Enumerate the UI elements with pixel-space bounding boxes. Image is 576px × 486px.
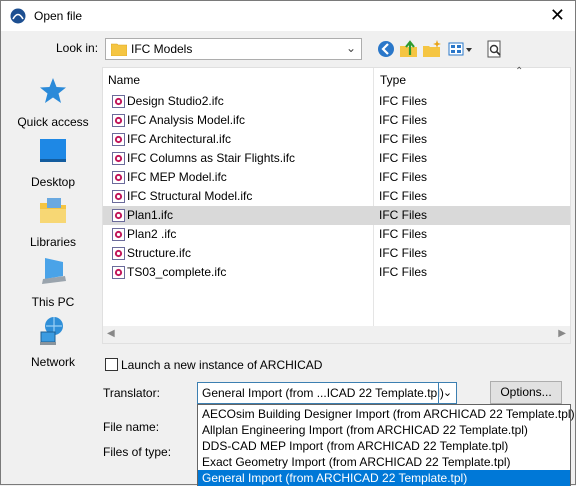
column-header-type[interactable]: Type <box>380 73 406 87</box>
translator-label: Translator: <box>103 386 160 400</box>
file-name: Plan1.ifc <box>127 208 174 222</box>
place-libraries[interactable]: Libraries <box>5 195 101 251</box>
translator-option[interactable]: General Import (from ARCHICAD 22 Templat… <box>198 470 570 486</box>
place-this-pc[interactable]: This PC <box>5 255 101 311</box>
sort-caret-icon: ⌃ <box>515 66 524 77</box>
file-type: IFC Files <box>379 265 427 279</box>
open-file-dialog: Open file ✕ Look in: IFC Models ⌄ Quick … <box>0 0 576 486</box>
view-menu-icon[interactable] <box>447 39 473 59</box>
place-label: Quick access <box>17 115 89 129</box>
place-label: Desktop <box>30 175 76 189</box>
ifc-file-icon <box>112 171 125 184</box>
ifc-file-icon <box>112 228 125 241</box>
translator-dropdown[interactable]: General Import (from ...ICAD 22 Template… <box>197 382 457 404</box>
star-icon <box>40 78 66 103</box>
chevron-down-icon[interactable]: ⌄ <box>438 383 456 403</box>
look-in-value: IFC Models <box>131 42 193 56</box>
file-row[interactable]: IFC Columns as Stair Flights.ifc IFC File… <box>103 149 570 168</box>
close-button[interactable]: ✕ <box>550 5 565 25</box>
file-row[interactable]: Structure.ifc IFC Files <box>103 244 570 263</box>
file-type: IFC Files <box>379 246 427 260</box>
file-name: IFC Architectural.ifc <box>127 132 232 146</box>
title-bar: Open file ✕ <box>1 1 575 31</box>
file-name-label: File name: <box>103 420 160 434</box>
file-type: IFC Files <box>379 208 427 222</box>
translator-value: General Import (from ...ICAD 22 Template… <box>202 386 444 400</box>
file-type: IFC Files <box>379 94 427 108</box>
translator-option[interactable]: AECOsim Building Designer Import (from A… <box>198 406 575 422</box>
file-list: ⌃ Name Type Design Studio2.ifc IFC Files I… <box>102 66 571 344</box>
ifc-file-icon <box>112 209 125 222</box>
file-name: Structure.ifc <box>127 246 192 260</box>
file-name: Plan2 .ifc <box>127 227 177 241</box>
ifc-file-icon <box>112 95 125 108</box>
ifc-file-icon <box>112 266 125 279</box>
column-header-name[interactable]: Name <box>108 73 140 87</box>
look-in-dropdown[interactable]: IFC Models ⌄ <box>105 38 362 60</box>
file-name: IFC Columns as Stair Flights.ifc <box>127 151 296 165</box>
file-row[interactable]: Plan2 .ifc IFC Files <box>103 225 570 244</box>
file-row[interactable]: Plan1.ifc IFC Files <box>103 206 570 225</box>
computer-icon <box>42 258 66 284</box>
file-name: Design Studio2.ifc <box>127 94 224 108</box>
file-row[interactable]: IFC MEP Model.ifc IFC Files <box>103 168 570 187</box>
place-quick-access[interactable]: Quick access <box>5 75 101 131</box>
scroll-right-icon[interactable]: ▶ <box>558 328 566 339</box>
look-in-label: Look in: <box>56 41 99 55</box>
scroll-left-icon[interactable]: ◀ <box>107 328 115 339</box>
back-icon[interactable] <box>376 39 396 59</box>
launch-new-instance-label: Launch a new instance of ARCHICAD <box>121 358 323 372</box>
file-row[interactable]: IFC Analysis Model.ifc IFC Files <box>103 111 570 130</box>
file-type: IFC Files <box>379 227 427 241</box>
new-folder-icon[interactable] <box>422 39 442 59</box>
network-icon <box>40 317 63 345</box>
ifc-file-icon <box>112 152 125 165</box>
translator-options-list: AECOsim Building Designer Import (from A… <box>197 404 575 486</box>
file-name: IFC MEP Model.ifc <box>127 170 227 184</box>
translator-option[interactable]: DDS-CAD MEP Import (from ARCHICAD 22 Tem… <box>198 438 570 454</box>
translator-option[interactable]: Exact Geometry Import (from ARCHICAD 22 … <box>198 454 570 470</box>
file-name: IFC Analysis Model.ifc <box>127 113 246 127</box>
files-of-type-label: Files of type: <box>103 445 172 459</box>
file-row[interactable]: Design Studio2.ifc IFC Files <box>103 92 570 111</box>
file-name: IFC Structural Model.ifc <box>127 189 253 203</box>
ifc-file-icon <box>112 114 125 127</box>
up-folder-icon[interactable] <box>399 39 419 59</box>
file-row[interactable]: IFC Architectural.ifc IFC Files <box>103 130 570 149</box>
preview-icon[interactable] <box>485 39 505 59</box>
options-button[interactable]: Options... <box>490 381 562 404</box>
file-type: IFC Files <box>379 151 427 165</box>
chevron-down-icon: ⌄ <box>345 41 356 55</box>
horizontal-scrollbar[interactable]: ◀ ▶ <box>103 326 570 343</box>
file-type: IFC Files <box>379 113 427 127</box>
place-label: Libraries <box>29 235 77 249</box>
folder-icon <box>111 43 127 56</box>
place-desktop[interactable]: Desktop <box>5 135 101 191</box>
ifc-file-icon <box>112 133 125 146</box>
desktop-icon <box>40 139 66 162</box>
libraries-icon <box>40 198 66 223</box>
file-type: IFC Files <box>379 189 427 203</box>
file-row[interactable]: TS03_complete.ifc IFC Files <box>103 263 570 282</box>
place-label: Network <box>30 355 75 369</box>
places-bar: Quick access Desktop Libraries This PC N… <box>5 67 101 369</box>
dialog-title: Open file <box>34 9 83 23</box>
translator-option[interactable]: Allplan Engineering Import (from ARCHICA… <box>198 422 570 438</box>
ifc-file-icon <box>112 190 125 203</box>
place-label: This PC <box>31 295 75 309</box>
file-type: IFC Files <box>379 170 427 184</box>
launch-new-instance-checkbox[interactable] <box>105 358 118 371</box>
file-type: IFC Files <box>379 132 427 146</box>
ifc-file-icon <box>112 247 125 260</box>
file-row[interactable]: IFC Structural Model.ifc IFC Files <box>103 187 570 206</box>
archicad-app-icon <box>10 8 26 24</box>
place-network[interactable]: Network <box>5 315 101 371</box>
file-name: TS03_complete.ifc <box>127 265 227 279</box>
